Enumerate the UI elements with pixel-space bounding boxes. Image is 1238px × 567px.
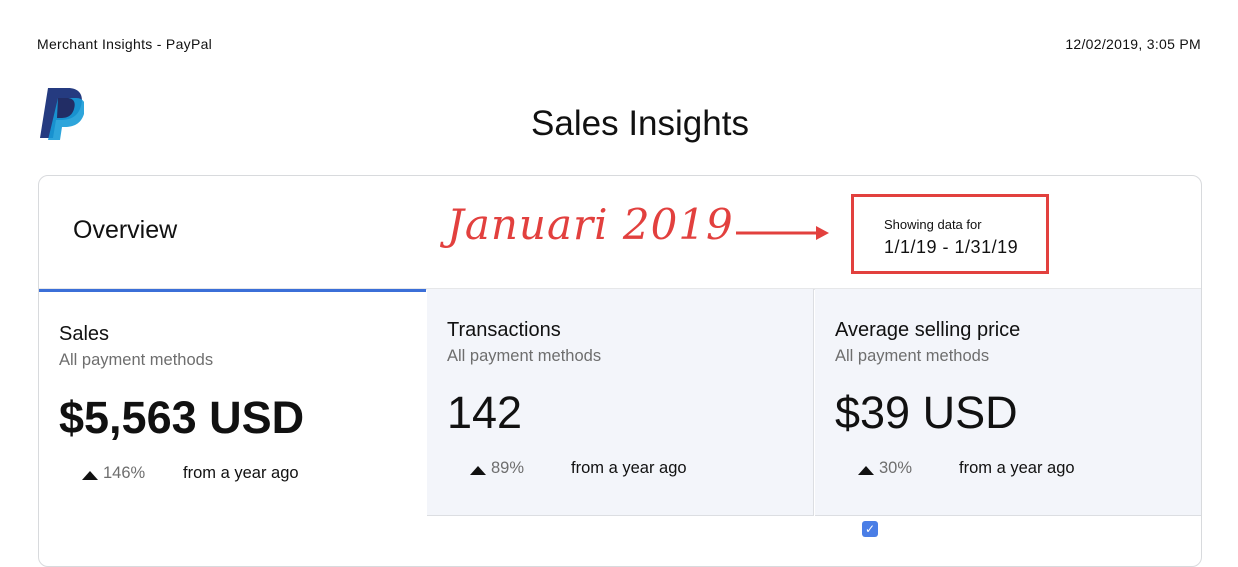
metric-title: Transactions — [447, 319, 561, 341]
page-title: Sales Insights — [531, 104, 749, 143]
date-range-value: 1/1/19 - 1/31/19 — [884, 237, 1019, 257]
metric-change: 30% — [879, 459, 913, 477]
metric-change: 146% — [103, 464, 146, 482]
print-header-timestamp: 12/02/2019, 3:05 PM — [1065, 36, 1201, 52]
card-header: Overview Januari 2019 Showing data for 1… — [39, 176, 1201, 290]
overview-card: Overview Januari 2019 Showing data for 1… — [38, 175, 1202, 567]
triangle-up-icon — [82, 471, 98, 480]
triangle-up-icon — [858, 466, 874, 475]
metric-subtitle: All payment methods — [59, 351, 214, 369]
metric-value: $39 USD — [835, 387, 1018, 438]
triangle-up-icon — [470, 466, 486, 475]
metric-subtitle: All payment methods — [447, 347, 602, 365]
metric-tile-transactions[interactable]: Transactions All payment methods 142 89%… — [427, 289, 814, 516]
annotation-month: Januari 2019 — [447, 200, 734, 249]
overview-label: Overview — [73, 216, 178, 244]
metric-tile-average-selling-price[interactable]: Average selling price All payment method… — [815, 289, 1201, 516]
metric-title: Sales — [59, 323, 110, 345]
date-range-box: Showing data for 1/1/19 - 1/31/19 — [851, 194, 1049, 274]
metric-change: 89% — [491, 459, 525, 477]
metric-tile-sales[interactable]: Sales All payment methods $5,563 USD 146… — [39, 289, 426, 518]
metric-value: 142 — [447, 387, 523, 438]
annotation-arrow-icon — [736, 226, 829, 240]
metric-title: Average selling price — [835, 319, 1021, 341]
metric-value: $5,563 USD — [59, 392, 305, 443]
print-header-title: Merchant Insights - PayPal — [37, 36, 213, 52]
metric-subtitle: All payment methods — [835, 347, 990, 365]
metric-change-text: from a year ago — [959, 459, 1075, 477]
metric-change-text: from a year ago — [571, 459, 687, 477]
checkbox-checked-icon[interactable]: ✓ — [862, 521, 878, 537]
metric-change-text: from a year ago — [183, 464, 299, 482]
date-range-label: Showing data for — [884, 217, 982, 232]
